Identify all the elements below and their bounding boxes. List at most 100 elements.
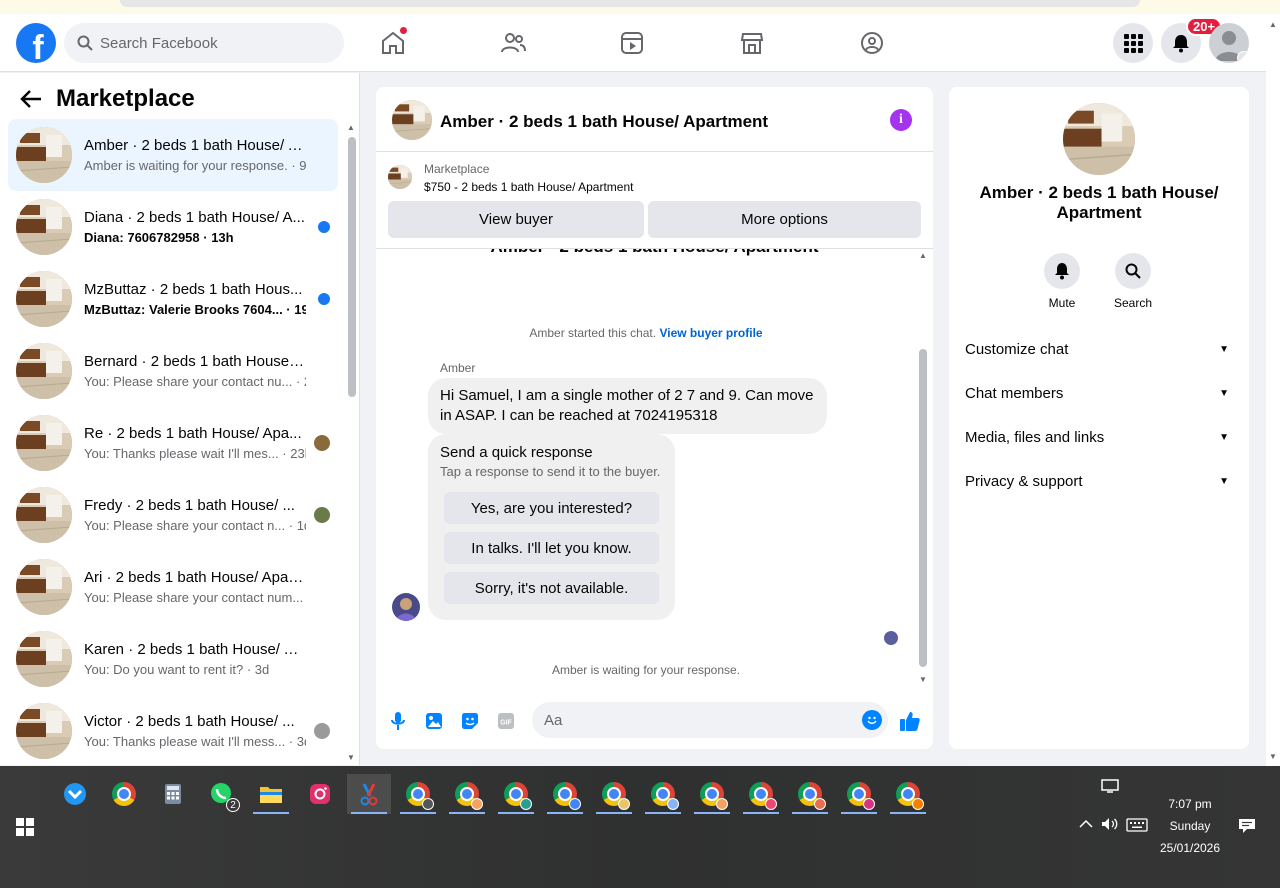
facebook-logo[interactable]: f (16, 23, 56, 63)
chat-scroll-down-arrow[interactable]: ▼ (919, 675, 927, 684)
search-bar[interactable] (64, 23, 344, 63)
chevron-down-icon: ⌄ (1237, 51, 1249, 63)
page-scroll-down-arrow[interactable]: ▼ (1269, 752, 1277, 761)
groups-icon[interactable] (848, 26, 896, 60)
menu-grid-button[interactable] (1113, 23, 1153, 63)
instagram-icon[interactable] (298, 774, 342, 814)
quick-reply-in-talks[interactable]: In talks. I'll let you know. (444, 532, 659, 564)
scroll-down-arrow[interactable]: ▼ (347, 753, 355, 762)
conversation-item-re[interactable]: Re · 2 beds 1 bath House/ Apa... You: Tha… (8, 407, 338, 479)
chrome-profile-1-icon[interactable] (396, 774, 440, 814)
mute-action[interactable]: Mute (1032, 253, 1092, 310)
keyboard-icon[interactable] (1126, 818, 1148, 835)
info-icon[interactable]: i (890, 109, 912, 131)
chat-title[interactable]: Amber · 2 beds 1 bath House/ Apartment (440, 112, 768, 132)
page-scrollbar[interactable]: ▲ ▼ (1266, 14, 1280, 766)
top-navbar: f 20+ ⌄ (0, 14, 1266, 72)
watch-icon[interactable] (608, 26, 656, 60)
bell-icon (1173, 35, 1189, 53)
home-icon[interactable] (369, 26, 417, 60)
scroll-up-arrow[interactable]: ▲ (347, 123, 355, 132)
conversation-name: Victor · 2 beds 1 bath House/ ... (84, 713, 295, 730)
quick-reply-not-available[interactable]: Sorry, it's not available. (444, 572, 659, 604)
photo-icon[interactable] (422, 709, 446, 733)
media-files-links-section[interactable]: Media, files and links ▼ (965, 415, 1233, 459)
conversation-list: Amber · 2 beds 1 bath House/ A... Amber i… (8, 119, 338, 765)
microphone-icon[interactable] (386, 709, 410, 733)
view-buyer-profile-link[interactable]: View buyer profile (659, 326, 762, 340)
emoji-icon[interactable] (862, 710, 882, 730)
file-explorer-icon[interactable] (249, 774, 293, 814)
calculator-icon[interactable] (151, 774, 195, 814)
conversation-item-mzbuttaz[interactable]: MzButtaz · 2 beds 1 bath Hous... MzButtaz… (8, 263, 338, 335)
page-scroll-up-arrow[interactable]: ▲ (1269, 20, 1277, 29)
search-input[interactable] (100, 34, 330, 52)
sender-name: Amber (440, 361, 476, 375)
clock-date[interactable]: 25/01/2026 (1150, 841, 1230, 855)
friends-icon[interactable] (489, 26, 537, 60)
notification-center-icon[interactable] (1238, 818, 1256, 837)
account-avatar[interactable]: ⌄ (1209, 23, 1249, 63)
snipping-tool-icon[interactable] (347, 774, 391, 814)
clock-time[interactable]: 7:07 pm (1150, 797, 1230, 811)
conversation-item-victor[interactable]: Victor · 2 beds 1 bath House/ ... You: Th… (8, 695, 338, 765)
taskbar-app-1-icon[interactable] (53, 774, 97, 814)
conversation-item-karen[interactable]: Karen · 2 beds 1 bath House/ Ap... You: D… (8, 623, 338, 695)
quick-reply-interested[interactable]: Yes, are you interested? (444, 492, 659, 524)
sidebar-scrollbar[interactable] (348, 137, 356, 397)
chrome-canary-icon[interactable] (102, 774, 146, 814)
chrome-profile-2-icon[interactable] (445, 774, 489, 814)
thread-title: Amber · 2 beds 1 bath House/ Apartment (376, 249, 933, 257)
chrome-profile-4-icon[interactable] (543, 774, 587, 814)
home-notification-dot (400, 27, 407, 34)
chrome-profile-6-icon[interactable] (641, 774, 685, 814)
chrome-profile-8-icon[interactable] (739, 774, 783, 814)
whatsapp-icon[interactable]: 2 (200, 774, 244, 814)
search-label: Search (1113, 296, 1153, 310)
show-hidden-icons-chevron-icon[interactable] (1079, 818, 1093, 832)
windows-start-icon[interactable] (16, 818, 34, 836)
listing-banner: Marketplace $750 - 2 beds 1 bath House/ … (376, 153, 933, 249)
back-arrow-icon[interactable] (20, 89, 44, 109)
chat-header: Amber · 2 beds 1 bath House/ Apartment i (376, 87, 933, 152)
chevron-down-icon: ▼ (1219, 343, 1229, 355)
customize-chat-section[interactable]: Customize chat ▼ (965, 327, 1233, 371)
message-input-field[interactable] (532, 702, 888, 738)
more-options-button[interactable]: More options (648, 201, 921, 238)
chrome-profile-7-icon[interactable] (690, 774, 734, 814)
privacy-support-section[interactable]: Privacy & support ▼ (965, 459, 1233, 503)
volume-icon[interactable] (1101, 817, 1119, 834)
conversation-item-bernard[interactable]: Bernard · 2 beds 1 bath House/ ... You: P… (8, 335, 338, 407)
conversation-item-ari[interactable]: Ari · 2 beds 1 bath House/ Apart... You: … (8, 551, 338, 623)
chrome-profile-10-icon[interactable] (837, 774, 881, 814)
conversation-item-amber[interactable]: Amber · 2 beds 1 bath House/ A... Amber i… (8, 119, 338, 191)
message-input[interactable] (544, 711, 844, 729)
chrome-profile-5-icon[interactable] (592, 774, 636, 814)
chrome-profile-3-icon[interactable] (494, 774, 538, 814)
conversation-item-fredy[interactable]: Fredy · 2 beds 1 bath House/ ... You: Ple… (8, 479, 338, 551)
chrome-profile-9-icon[interactable] (788, 774, 832, 814)
chat-scrollbar[interactable] (919, 349, 927, 667)
desktop-icon[interactable] (1101, 778, 1119, 797)
view-buyer-button[interactable]: View buyer (388, 201, 644, 238)
sticker-icon[interactable] (458, 709, 482, 733)
conversation-name: Diana · 2 beds 1 bath House/ A... (84, 209, 305, 226)
listing-thumbnail (16, 343, 72, 399)
conversation-name: Karen · 2 beds 1 bath House/ Ap... (84, 641, 306, 658)
chrome-profile-11-icon[interactable] (886, 774, 930, 814)
listing-thumbnail (16, 415, 72, 471)
unread-dot (318, 221, 330, 233)
chat-members-section[interactable]: Chat members ▼ (965, 371, 1233, 415)
thumbs-up-icon[interactable] (898, 709, 922, 733)
listing-thumbnail[interactable] (392, 100, 432, 140)
clock-day[interactable]: Sunday (1150, 819, 1230, 833)
marketplace-icon[interactable] (728, 26, 776, 60)
search-action[interactable]: Search (1103, 253, 1163, 310)
sender-avatar[interactable] (392, 593, 420, 621)
listing-thumbnail-large (1063, 103, 1135, 175)
conversation-item-diana[interactable]: Diana · 2 beds 1 bath House/ A... Diana: … (8, 191, 338, 263)
gif-icon[interactable]: GIF (494, 709, 518, 733)
conversation-preview: Diana: 7606782958 · 13h (84, 230, 234, 245)
chat-scroll-up-arrow[interactable]: ▲ (919, 251, 927, 260)
details-title: Amber · 2 beds 1 bath House/ Apartment (979, 183, 1219, 222)
